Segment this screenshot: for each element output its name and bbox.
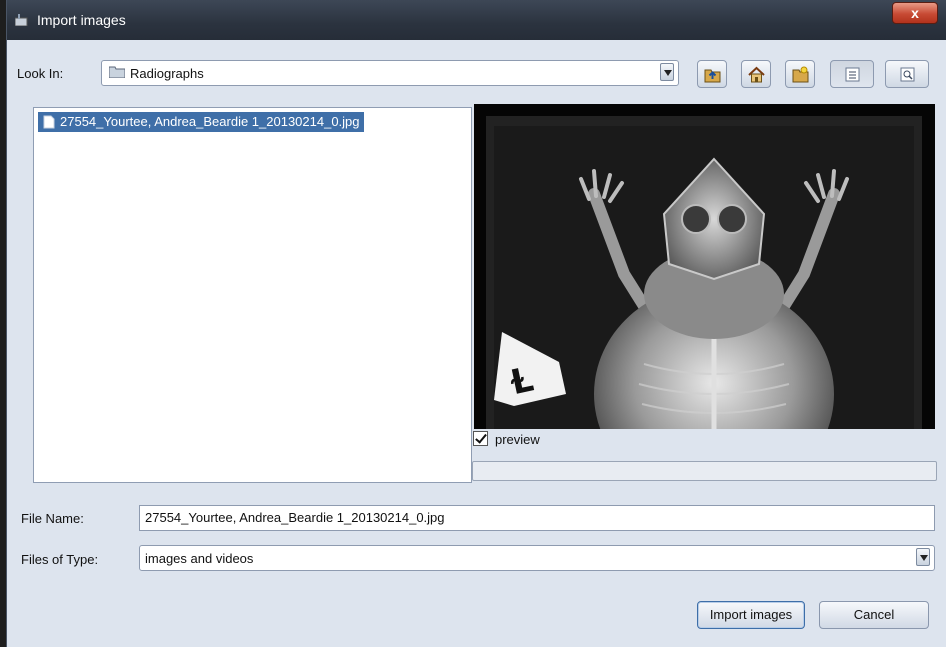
file-list-item[interactable]: 27554_Yourtee, Andrea_Beardie 1_20130214…	[38, 112, 364, 132]
file-type-label: Files of Type:	[21, 552, 99, 567]
image-preview: Ɫ	[474, 104, 935, 429]
details-view-button[interactable]	[885, 60, 929, 88]
home-button[interactable]	[741, 60, 771, 88]
file-list[interactable]: 27554_Yourtee, Andrea_Beardie 1_20130214…	[33, 107, 472, 483]
up-folder-icon	[704, 69, 721, 83]
close-button[interactable]: x	[892, 2, 938, 24]
look-in-combo[interactable]: Radiographs	[101, 60, 679, 86]
radiograph-image: Ɫ	[474, 104, 935, 429]
list-view-icon	[845, 67, 860, 82]
close-icon: x	[911, 5, 919, 21]
file-name-input[interactable]: 27554_Yourtee, Andrea_Beardie 1_20130214…	[139, 505, 935, 531]
file-name-label: File Name:	[21, 511, 84, 526]
preview-checkbox[interactable]	[473, 431, 488, 446]
title-bar[interactable]: Import images x	[7, 0, 946, 40]
import-images-button[interactable]: Import images	[697, 601, 805, 629]
app-icon	[15, 14, 28, 26]
cancel-button[interactable]: Cancel	[819, 601, 929, 629]
new-folder-icon	[792, 66, 809, 83]
preview-progress-bar	[472, 461, 937, 481]
up-folder-button[interactable]	[697, 60, 727, 88]
folder-icon	[109, 66, 125, 78]
home-icon	[748, 66, 765, 83]
preview-checkbox-label: preview	[495, 432, 540, 447]
list-view-button[interactable]	[830, 60, 874, 88]
new-folder-button[interactable]	[785, 60, 815, 88]
file-list-item-label: 27554_Yourtee, Andrea_Beardie 1_20130214…	[60, 114, 360, 129]
look-in-value: Radiographs	[130, 66, 204, 81]
details-view-icon	[900, 67, 915, 82]
file-type-combo[interactable]: images and videos	[139, 545, 935, 571]
chevron-down-icon[interactable]	[660, 63, 674, 81]
look-in-label: Look In:	[17, 66, 64, 81]
import-dialog: Import images x Look In: Radiographs 275…	[6, 0, 946, 647]
file-type-value: images and videos	[145, 551, 254, 566]
file-icon	[43, 115, 55, 129]
chevron-down-icon[interactable]	[916, 548, 930, 566]
window-title: Import images	[37, 12, 126, 28]
